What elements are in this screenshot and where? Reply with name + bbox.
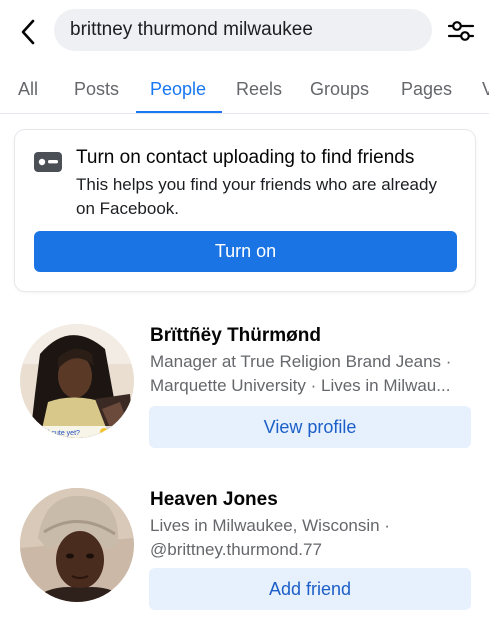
- tab-reels[interactable]: Reels: [236, 79, 282, 100]
- tab-posts[interactable]: Posts: [74, 79, 119, 100]
- avatar-caption: i cute yet?: [48, 430, 80, 437]
- add-friend-button[interactable]: Add friend: [149, 568, 471, 610]
- search-input[interactable]: brittney thurmond milwaukee: [54, 9, 432, 51]
- avatar[interactable]: [20, 488, 134, 602]
- contact-upload-card: Turn on contact uploading to find friend…: [15, 130, 475, 291]
- list-item: i cute yet? Brïttñëy Thürmønd Manager at…: [0, 320, 489, 460]
- back-button[interactable]: [14, 16, 42, 48]
- search-query: brittney thurmond milwaukee: [70, 19, 313, 40]
- chevron-left-icon: [21, 19, 35, 45]
- person-detail-line: @brittney.thurmond.77: [150, 540, 322, 559]
- tab-people[interactable]: People: [150, 79, 206, 100]
- contact-card-icon: [34, 152, 62, 172]
- tab-groups[interactable]: Groups: [310, 79, 369, 100]
- active-tab-indicator: [136, 111, 222, 113]
- upload-card-title: Turn on contact uploading to find friend…: [76, 147, 415, 168]
- person-name[interactable]: Heaven Jones: [150, 489, 278, 511]
- person-detail-line: Marquette University · Lives in Milwau..…: [150, 376, 451, 395]
- sliders-icon: [447, 21, 475, 41]
- filter-button[interactable]: [444, 16, 478, 46]
- turn-on-button[interactable]: Turn on: [34, 231, 457, 272]
- list-item: Heaven Jones Lives in Milwaukee, Wiscons…: [0, 484, 489, 624]
- profile-photo: i cute yet?: [20, 324, 134, 438]
- person-detail-line: Lives in Milwaukee, Wisconsin ·: [150, 516, 390, 535]
- top-bar: brittney thurmond milwaukee: [0, 0, 489, 64]
- view-profile-button[interactable]: View profile: [149, 406, 471, 448]
- person-name[interactable]: Brïttñëy Thürmønd: [150, 325, 321, 347]
- search-tabs: All Posts People Reels Groups Pages V: [0, 64, 489, 114]
- person-detail-line: Manager at True Religion Brand Jeans ·: [150, 352, 452, 371]
- tab-pages[interactable]: Pages: [401, 79, 452, 100]
- upload-card-description: This helps you find your friends who are…: [76, 175, 437, 218]
- tab-all[interactable]: All: [18, 79, 38, 100]
- profile-photo: [20, 488, 134, 602]
- tab-videos[interactable]: V: [482, 79, 489, 100]
- avatar[interactable]: i cute yet?: [20, 324, 134, 438]
